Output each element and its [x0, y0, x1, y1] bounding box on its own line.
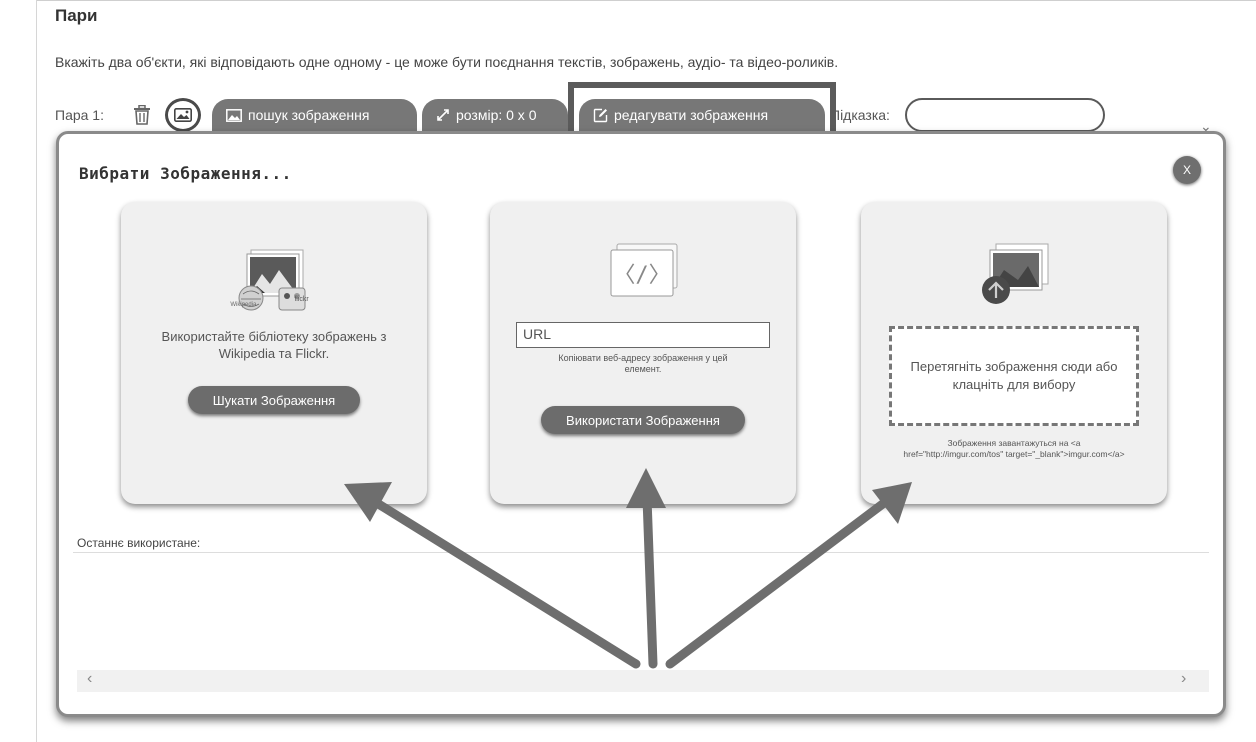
- upload-note: Зображення завантажуться на <a href="htt…: [903, 438, 1125, 459]
- trash-icon[interactable]: [133, 104, 151, 125]
- use-image-button[interactable]: Використати Зображення: [541, 406, 745, 434]
- chevron-left-icon[interactable]: ‹: [87, 670, 92, 688]
- section-title: Пари: [55, 6, 98, 25]
- choose-image-dialog: Вибрати Зображення... X Wikipedia flickr…: [56, 131, 1226, 717]
- url-description: Копіювати веб-адресу зображення у цей ел…: [558, 353, 728, 374]
- library-description: Використайте бібліотеку зображень з Wiki…: [161, 329, 387, 361]
- search-image-button[interactable]: пошук зображення: [212, 99, 417, 131]
- search-image-label: пошук зображення: [248, 107, 370, 123]
- dialog-title: Вибрати Зображення...: [79, 164, 292, 183]
- svg-text:〈/〉: 〈/〉: [613, 263, 670, 288]
- upload-image-icon: [974, 240, 1054, 313]
- resize-icon: [436, 108, 450, 122]
- image-icon: [174, 108, 192, 122]
- pair-label: Пара 1:: [55, 107, 104, 123]
- hint-input[interactable]: [905, 98, 1105, 132]
- url-input[interactable]: URL: [516, 322, 770, 348]
- search-images-button[interactable]: Шукати Зображення: [188, 386, 360, 414]
- size-button[interactable]: розмір: 0 x 0: [422, 99, 568, 131]
- frame-left-border: [36, 0, 37, 742]
- wikipedia-caption: Wikipedia: [230, 302, 257, 308]
- url-card: 〈/〉 URL Копіювати веб-адресу зображення …: [490, 202, 796, 504]
- photo-library-icon: [237, 248, 311, 319]
- chevron-right-icon[interactable]: ›: [1181, 670, 1186, 688]
- upload-card: Перетягніть зображення сюди або клацніть…: [861, 202, 1167, 504]
- drop-zone[interactable]: Перетягніть зображення сюди або клацніть…: [889, 326, 1139, 426]
- recently-used-label: Останнє використане:: [77, 536, 201, 550]
- image-picker-button[interactable]: [165, 98, 201, 132]
- recent-scrollbar[interactable]: [77, 670, 1209, 692]
- hint-label: Підказка:: [830, 107, 890, 123]
- picture-icon: [226, 108, 242, 122]
- code-icon: 〈/〉: [603, 240, 683, 307]
- frame-top-border: [36, 0, 1256, 1]
- close-button[interactable]: X: [1173, 156, 1201, 184]
- recently-used-divider: [73, 552, 1209, 553]
- size-label: розмір: 0 x 0: [456, 107, 537, 123]
- instructions-text: Вкажіть два об'єкти, які відповідають од…: [55, 54, 839, 70]
- flickr-caption: flickr: [294, 296, 309, 303]
- library-card: Wikipedia flickr Використайте бібліотеку…: [121, 202, 427, 504]
